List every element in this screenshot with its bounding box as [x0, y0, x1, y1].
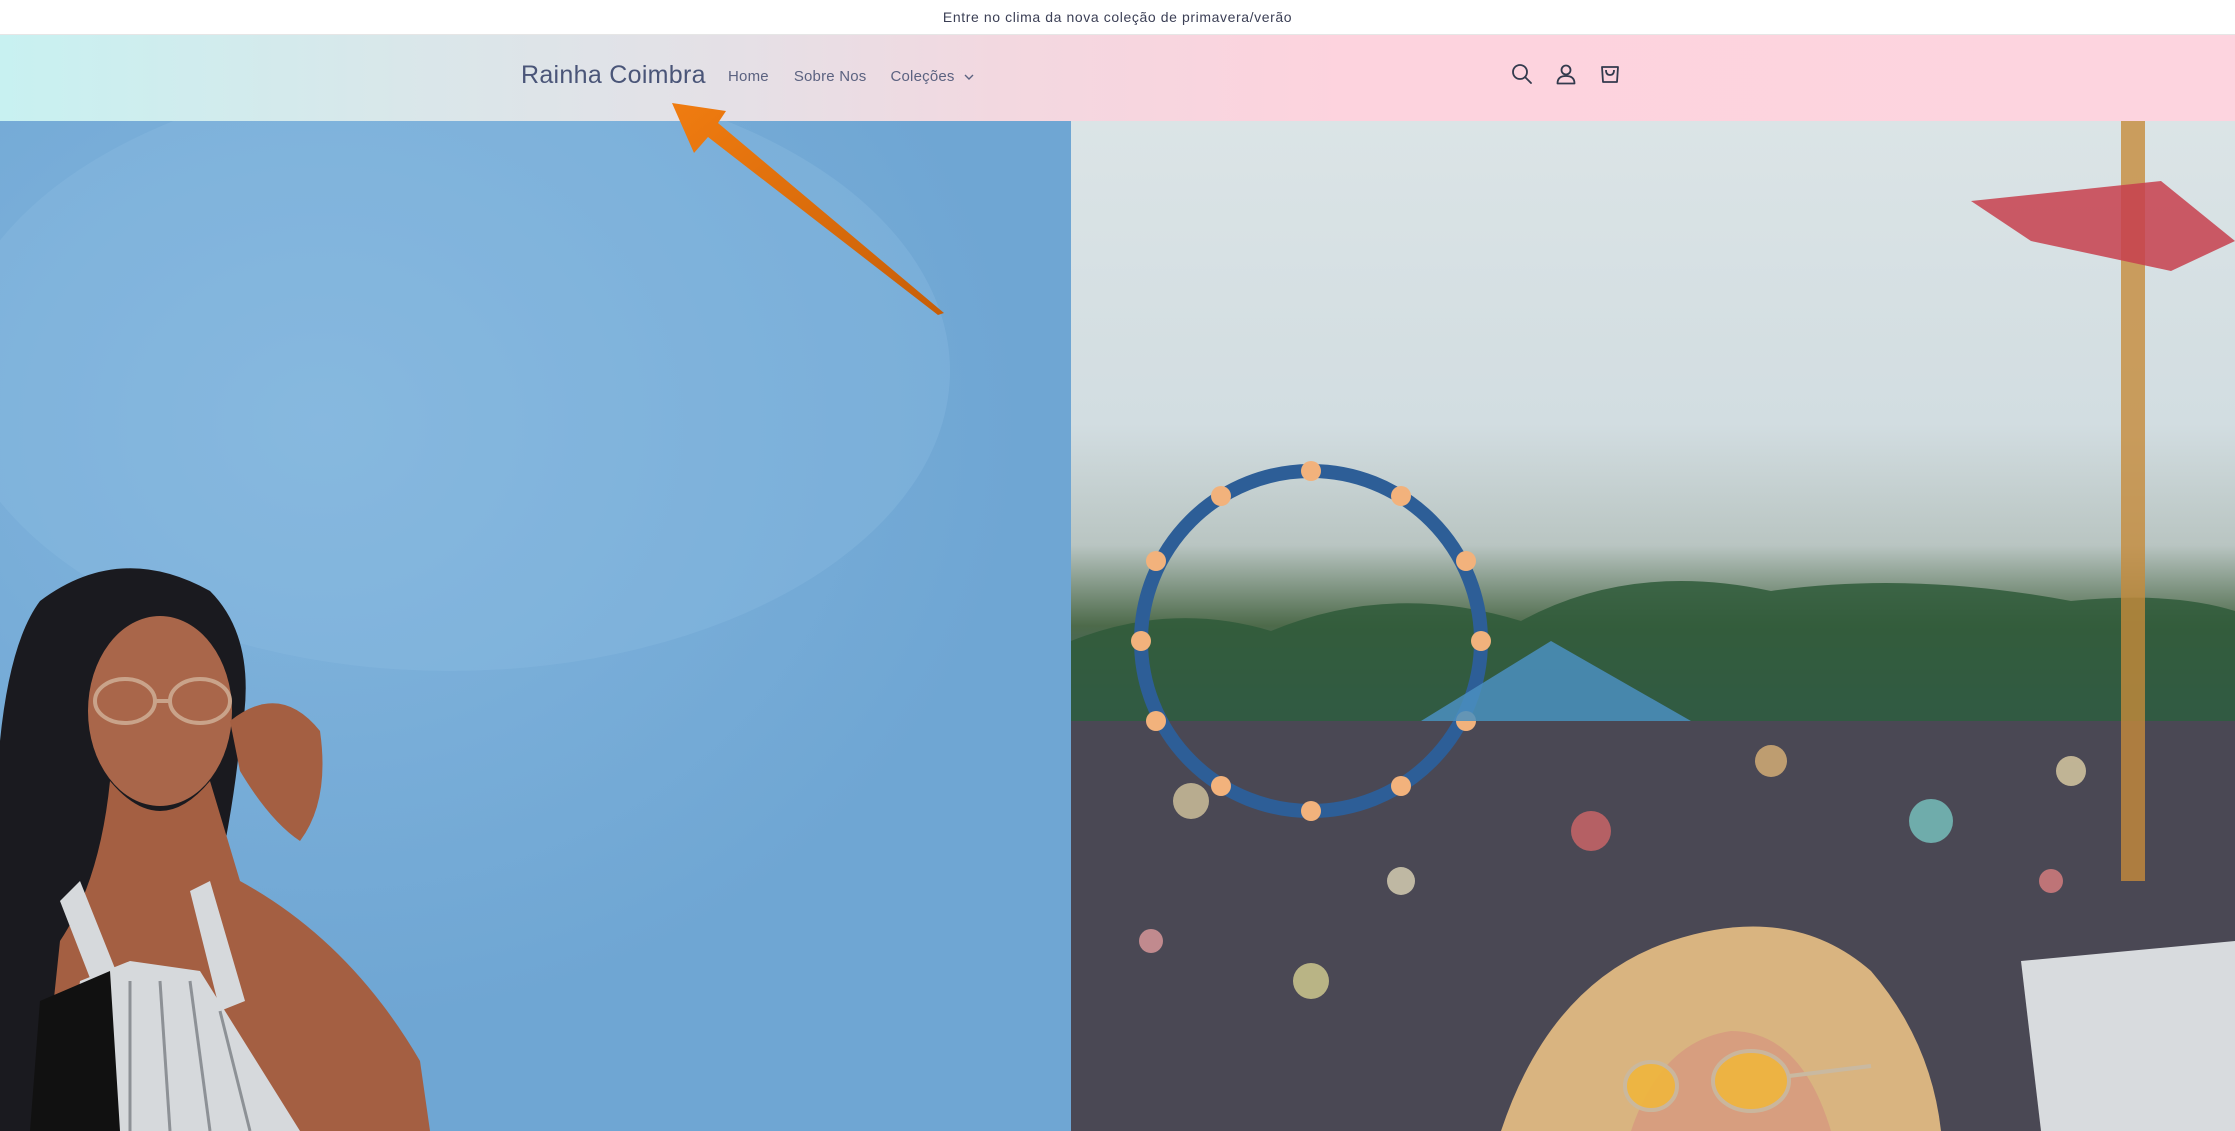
hero-left-illustration [0, 121, 950, 1131]
nav-colecoes-label: Coleções [890, 68, 955, 85]
account-icon[interactable] [1554, 61, 1578, 87]
hero-image-right [1071, 121, 2235, 1131]
nav-home[interactable]: Home [728, 68, 769, 85]
announcement-text: Entre no clima da nova coleção de primav… [942, 9, 1293, 25]
nav-sobre-nos[interactable]: Sobre Nos [794, 68, 867, 85]
site-header: Rainha Coimbra Home Sobre Nos Coleções [0, 35, 2235, 121]
hero-image-left [0, 121, 1071, 1131]
store-logo[interactable]: Rainha Coimbra [521, 61, 706, 90]
nav-colecoes[interactable]: Coleções [890, 68, 974, 85]
announcement-bar: Entre no clima da nova coleção de primav… [0, 0, 2235, 35]
main-nav: Home Sobre Nos Coleções [728, 68, 974, 85]
search-icon[interactable] [1510, 61, 1534, 87]
chevron-down-icon [964, 74, 974, 80]
header-icons [1510, 61, 1622, 87]
hero-right-illustration [1071, 121, 2235, 1131]
cart-icon[interactable] [1598, 61, 1622, 87]
